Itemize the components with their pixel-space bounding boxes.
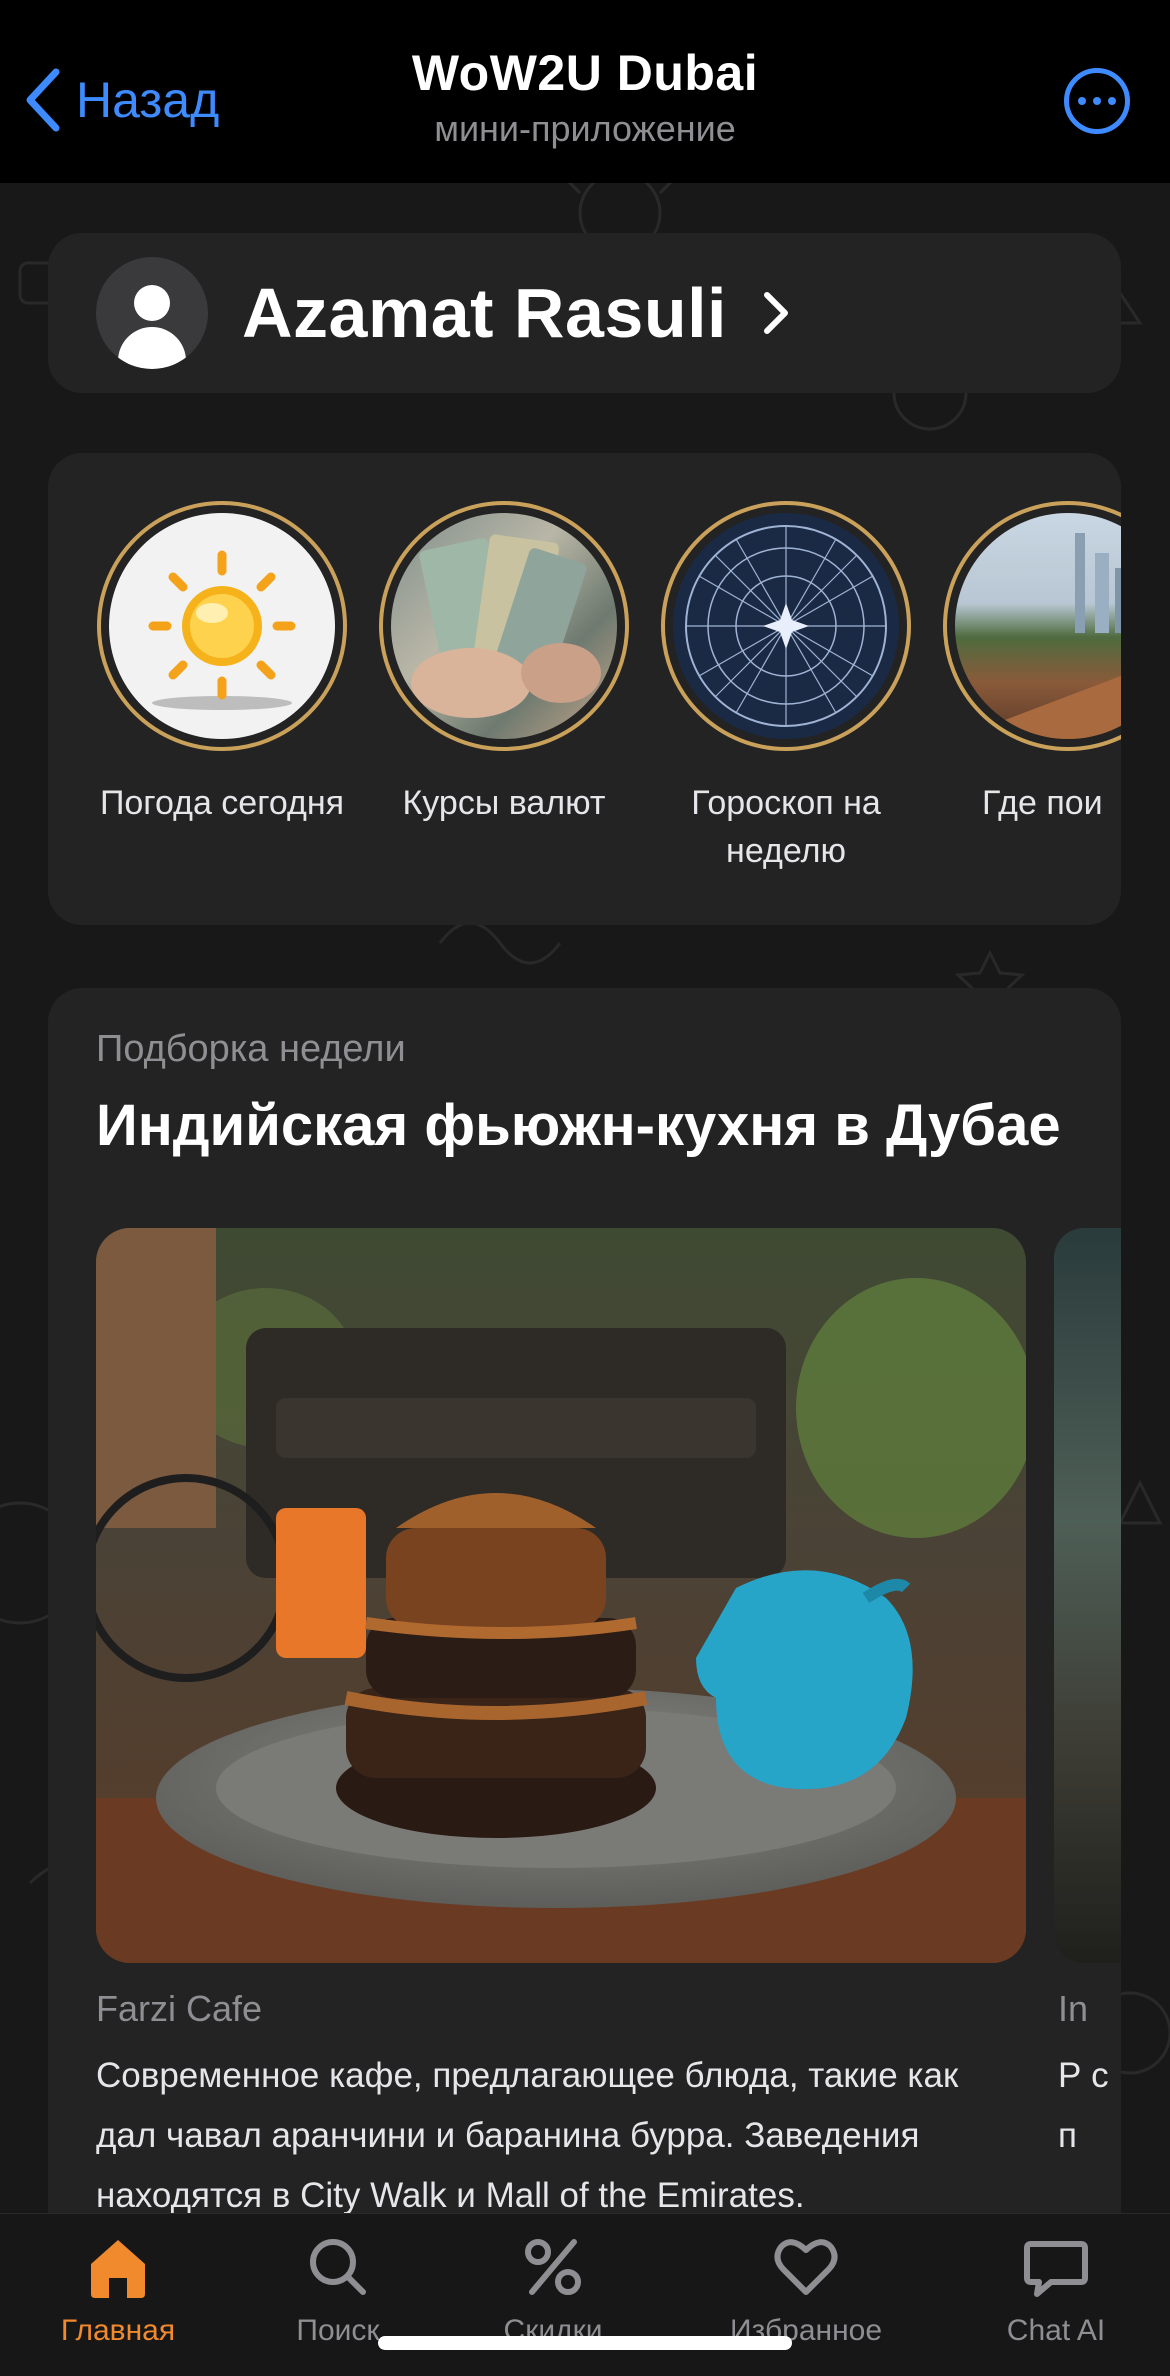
- story-ring: [97, 501, 347, 751]
- place-description: Современное кафе, предлагающее блюда, та…: [96, 2056, 959, 2213]
- tab-chat-ai[interactable]: Chat AI: [956, 2232, 1156, 2348]
- stories-carousel[interactable]: Погода сегодня Курсы валют Гороскоп на н…: [48, 453, 1121, 925]
- dot: [1078, 97, 1086, 105]
- story-weather[interactable]: Погода сегодня: [96, 501, 348, 827]
- place-name: In: [1058, 1988, 1089, 2029]
- tab-home[interactable]: Главная: [18, 2232, 218, 2348]
- tab-label: Chat AI: [1006, 2314, 1106, 2347]
- money-icon: [391, 513, 617, 739]
- weekly-collection-card: Подборка недели Индийская фьюжн-кухня в …: [48, 988, 1121, 2213]
- zodiac-icon: [673, 513, 899, 739]
- story-currency[interactable]: Курсы валют: [378, 501, 630, 827]
- tab-discounts[interactable]: Скидки: [453, 2232, 653, 2348]
- story-label: Гороскоп на неделю: [691, 784, 881, 870]
- home-indicator: [378, 2336, 792, 2350]
- title-block: WoW2U Dubai мини-приложение: [0, 44, 1170, 150]
- sun-icon: [109, 513, 335, 739]
- story-places[interactable]: Где пои: [942, 501, 1121, 827]
- dot: [1108, 97, 1116, 105]
- page-subtitle: мини-приложение: [434, 108, 736, 149]
- story-ring: [943, 501, 1121, 751]
- more-options-button[interactable]: [1064, 68, 1130, 134]
- restaurant-photo[interactable]: [96, 1228, 1026, 1963]
- story-ring: [379, 501, 629, 751]
- main-content[interactable]: Azamat Rasuli Погода сегодня Курсы валют…: [0, 183, 1170, 2213]
- percent-icon: [525, 2239, 581, 2295]
- story-horoscope[interactable]: Гороскоп на неделю: [660, 501, 912, 875]
- tab-search[interactable]: Поиск: [238, 2232, 438, 2348]
- avatar: [96, 257, 208, 369]
- chevron-right-icon: [763, 292, 788, 334]
- avatar-head: [134, 285, 170, 321]
- avatar-body: [118, 327, 186, 369]
- city-icon: [955, 513, 1121, 739]
- section-title: Индийская фьюжн-кухня в Дубае: [96, 1093, 1061, 1158]
- story-label: Погода сегодня: [99, 784, 345, 822]
- section-kicker: Подборка недели: [96, 1028, 406, 1070]
- tab-label: Главная: [60, 2314, 176, 2347]
- story-label: Курсы валют: [402, 784, 606, 822]
- story-label: Где пои: [982, 784, 1103, 822]
- story-ring: [661, 501, 911, 751]
- chat-icon: [1024, 2241, 1088, 2297]
- food-image: [96, 1228, 1026, 1963]
- navigation-bar: Назад WoW2U Dubai мини-приложение: [0, 0, 1170, 183]
- dot: [1093, 97, 1101, 105]
- tab-bar: Главная Поиск Скидки Избранное Chat AI: [0, 2213, 1170, 2376]
- profile-card[interactable]: Azamat Rasuli: [48, 233, 1121, 393]
- next-card-photo[interactable]: [1054, 1228, 1121, 1963]
- tab-favorites[interactable]: Избранное: [706, 2232, 906, 2348]
- search-icon: [310, 2239, 366, 2295]
- profile-name: Azamat Rasuli: [242, 274, 727, 352]
- heart-icon: [774, 2239, 838, 2295]
- place-description: Р с п: [1058, 2056, 1109, 2155]
- place-name: Farzi Cafe: [96, 1988, 263, 2029]
- home-icon: [91, 2240, 145, 2298]
- page-title: WoW2U Dubai: [411, 45, 759, 101]
